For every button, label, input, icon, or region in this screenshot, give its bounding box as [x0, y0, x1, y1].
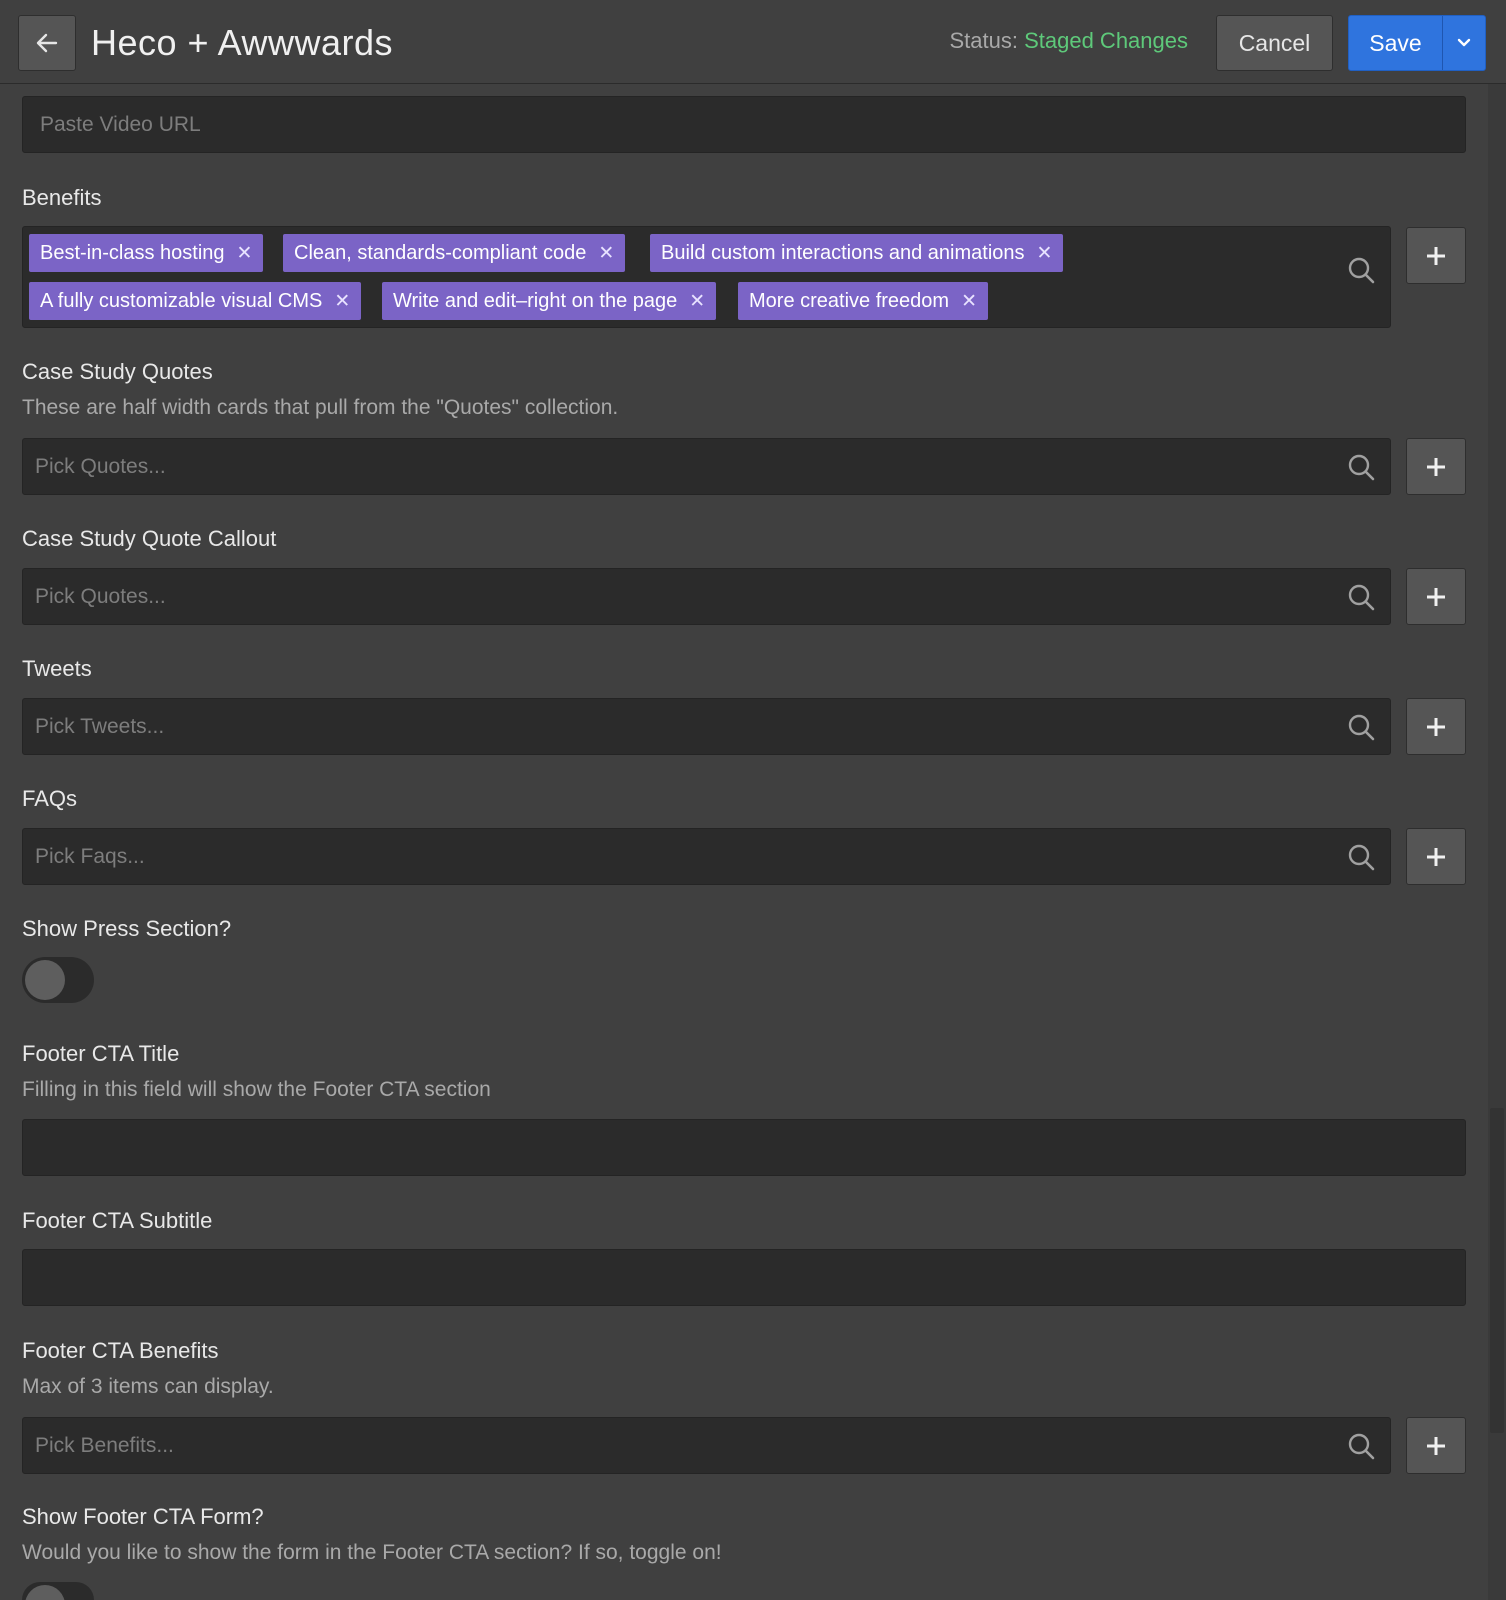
arrow-left-icon	[36, 33, 58, 53]
page-title: Heco + Awwwards	[91, 22, 393, 63]
picker-placeholder: Pick Quotes...	[35, 584, 166, 608]
close-icon[interactable]: ✕	[334, 290, 350, 313]
close-icon[interactable]: ✕	[237, 242, 253, 265]
close-icon[interactable]: ✕	[689, 290, 705, 313]
benefit-tag: Clean, standards-compliant code ✕	[283, 234, 626, 272]
faqs-picker[interactable]: Pick Faqs...	[22, 828, 1391, 885]
benefit-tag: A fully customizable visual CMS ✕	[29, 282, 362, 320]
benefit-tag: Build custom interactions and animations…	[650, 234, 1064, 272]
search-icon[interactable]	[1346, 1431, 1376, 1461]
save-button-group: Save	[1348, 15, 1486, 71]
status-value: Staged Changes	[1024, 28, 1188, 53]
footer-cta-form-label: Show Footer CTA Form?	[22, 1504, 264, 1529]
status-label: Status:	[949, 28, 1018, 53]
footer-cta-benefits-picker[interactable]: Pick Benefits...	[22, 1417, 1391, 1474]
case-study-quotes-label: Case Study Quotes	[22, 359, 213, 384]
close-icon[interactable]: ✕	[961, 290, 977, 313]
footer-cta-subtitle-label: Footer CTA Subtitle	[22, 1208, 213, 1233]
benefit-tag: Write and edit–right on the page ✕	[382, 282, 717, 320]
press-section-label: Show Press Section?	[22, 916, 232, 941]
status-indicator: Status: Staged Changes	[949, 28, 1188, 54]
benefits-label: Benefits	[22, 185, 102, 210]
faqs-label: FAQs	[22, 786, 78, 811]
footer-cta-form-help: Would you like to show the form in the F…	[22, 1541, 722, 1564]
picker-placeholder: Pick Faqs...	[35, 844, 145, 868]
plus-icon	[1427, 717, 1445, 736]
add-quote-callout-button[interactable]	[1406, 568, 1466, 625]
search-icon[interactable]	[1346, 452, 1376, 482]
benefit-tag: More creative freedom ✕	[738, 282, 988, 320]
tweets-picker[interactable]: Pick Tweets...	[22, 698, 1391, 755]
save-options-button[interactable]	[1443, 16, 1485, 70]
video-url-placeholder: Paste Video URL	[40, 112, 201, 136]
case-study-quotes-help: These are half width cards that pull fro…	[22, 396, 619, 419]
tag-label: Write and edit–right on the page	[393, 289, 678, 312]
footer-cta-title-input[interactable]	[22, 1119, 1466, 1176]
toggle-knob	[25, 1585, 65, 1600]
footer-cta-benefits-help: Max of 3 items can display.	[22, 1375, 274, 1398]
benefit-tag: Best-in-class hosting ✕	[29, 234, 264, 272]
tag-label: Build custom interactions and animations	[661, 241, 1025, 264]
close-icon[interactable]: ✕	[1037, 242, 1053, 265]
cancel-button[interactable]: Cancel	[1216, 15, 1333, 71]
save-button[interactable]: Save	[1349, 16, 1443, 70]
video-url-input[interactable]: Paste Video URL	[22, 96, 1466, 153]
top-bar: Heco + Awwwards Status: Staged Changes C…	[0, 0, 1506, 84]
plus-icon	[1427, 587, 1445, 606]
add-footer-benefit-button[interactable]	[1406, 1417, 1466, 1474]
plus-icon	[1427, 246, 1445, 265]
add-tweet-button[interactable]	[1406, 698, 1466, 755]
plus-icon	[1427, 847, 1445, 866]
search-icon[interactable]	[1346, 582, 1376, 612]
add-quote-button[interactable]	[1406, 438, 1466, 495]
close-icon[interactable]: ✕	[598, 242, 614, 265]
add-faq-button[interactable]	[1406, 828, 1466, 885]
toggle-knob	[25, 960, 65, 1000]
picker-placeholder: Pick Tweets...	[35, 714, 165, 738]
quote-callout-picker[interactable]: Pick Quotes...	[22, 568, 1391, 625]
tag-label: A fully customizable visual CMS	[40, 289, 323, 312]
tag-label: More creative freedom	[749, 289, 950, 312]
footer-cta-title-help: Filling in this field will show the Foot…	[22, 1078, 491, 1101]
search-icon[interactable]	[1346, 255, 1376, 285]
footer-cta-title-label: Footer CTA Title	[22, 1041, 180, 1066]
benefits-picker[interactable]: Best-in-class hosting ✕ Clean, standards-…	[22, 226, 1391, 328]
chevron-down-icon	[1457, 38, 1471, 47]
press-section-toggle[interactable]	[22, 957, 94, 1003]
quote-callout-label: Case Study Quote Callout	[22, 526, 277, 551]
search-icon[interactable]	[1346, 842, 1376, 872]
scrollbar-thumb[interactable]	[1490, 1108, 1504, 1433]
case-study-quotes-picker[interactable]: Pick Quotes...	[22, 438, 1391, 495]
plus-icon	[1427, 457, 1445, 476]
tag-label: Clean, standards-compliant code	[294, 241, 587, 264]
tag-label: Best-in-class hosting	[40, 241, 225, 264]
search-icon[interactable]	[1346, 712, 1376, 742]
footer-cta-subtitle-input[interactable]	[22, 1249, 1466, 1306]
picker-placeholder: Pick Quotes...	[35, 454, 166, 478]
picker-placeholder: Pick Benefits...	[35, 1433, 174, 1457]
back-button[interactable]	[18, 15, 76, 71]
tweets-label: Tweets	[22, 656, 92, 681]
plus-icon	[1427, 1436, 1445, 1455]
footer-cta-benefits-label: Footer CTA Benefits	[22, 1338, 219, 1363]
footer-cta-form-toggle[interactable]	[22, 1582, 94, 1600]
add-benefit-button[interactable]	[1406, 227, 1466, 284]
